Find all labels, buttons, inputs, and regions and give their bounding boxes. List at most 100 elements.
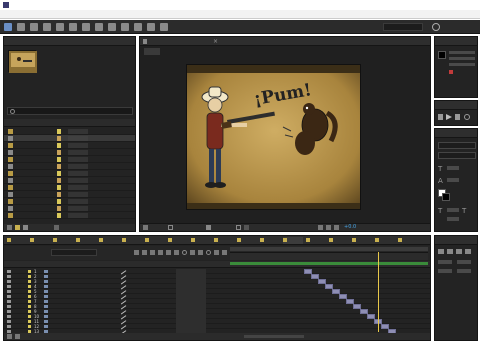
stroke-color-swatch[interactable] — [442, 193, 450, 201]
timeline-search-field[interactable] — [51, 249, 97, 256]
timeline-comp-tab[interactable] — [168, 237, 188, 244]
tracking-value[interactable] — [447, 178, 459, 182]
pen-tool-icon[interactable] — [82, 23, 90, 31]
layer-label-swatch[interactable] — [28, 275, 31, 278]
lock-icon[interactable] — [143, 39, 147, 44]
eye-icon[interactable] — [7, 315, 11, 318]
eye-icon[interactable] — [7, 285, 11, 288]
camera-tool-icon[interactable] — [43, 23, 51, 31]
trash-icon[interactable] — [54, 225, 59, 230]
selection-tool-icon[interactable] — [4, 23, 12, 31]
timeline-comp-tab[interactable] — [352, 237, 372, 244]
timeline-comp-tab[interactable] — [375, 237, 395, 244]
justify-icon[interactable] — [465, 249, 471, 254]
label-color-swatch[interactable] — [57, 129, 61, 134]
modes-icon[interactable] — [15, 334, 20, 339]
comp-flowchart-icon[interactable] — [134, 250, 139, 255]
new-composition-icon[interactable] — [23, 225, 28, 230]
timeline-comp-tab[interactable] — [214, 237, 234, 244]
project-item-row[interactable] — [4, 184, 135, 191]
timeline-comp-tab[interactable] — [237, 237, 257, 244]
timeline-comp-tab[interactable] — [191, 237, 211, 244]
first-frame-icon[interactable] — [438, 114, 443, 120]
tab-character[interactable] — [437, 130, 457, 137]
layer-label-swatch[interactable] — [28, 270, 31, 273]
time-ruler[interactable] — [230, 252, 428, 260]
stopwatch-icon[interactable] — [182, 250, 187, 255]
layer-label-swatch[interactable] — [28, 280, 31, 283]
project-item-row[interactable] — [4, 163, 135, 170]
frame-blending-icon[interactable] — [158, 250, 163, 255]
workspace-label[interactable] — [343, 23, 373, 31]
search-help-field[interactable] — [383, 23, 423, 31]
tab-preview[interactable] — [437, 102, 477, 109]
menu-item[interactable] — [100, 11, 122, 18]
font-family-select[interactable] — [438, 142, 476, 149]
last-frame-icon[interactable] — [455, 114, 460, 120]
timeline-icon[interactable] — [326, 225, 331, 230]
project-item-row[interactable] — [4, 212, 135, 219]
eye-icon[interactable] — [7, 325, 11, 328]
label-color-swatch[interactable] — [57, 185, 61, 190]
eraser-tool-icon[interactable] — [134, 23, 142, 31]
timeline-comp-tab[interactable] — [7, 237, 27, 244]
align-left-icon[interactable] — [438, 249, 444, 254]
fast-previews-icon[interactable] — [318, 225, 323, 230]
timeline-comp-tab[interactable] — [145, 237, 165, 244]
label-color-swatch[interactable] — [57, 213, 61, 218]
label-color-swatch[interactable] — [57, 143, 61, 148]
tab-layer[interactable] — [228, 38, 268, 45]
project-item-row[interactable] — [4, 142, 135, 149]
tab-paragraph[interactable] — [458, 130, 478, 137]
menu-item[interactable] — [40, 11, 64, 18]
project-search-field[interactable] — [7, 107, 133, 115]
search-icon[interactable] — [432, 23, 440, 31]
puppet-tool-icon[interactable] — [160, 23, 168, 31]
eye-icon[interactable] — [7, 280, 11, 283]
region-of-interest-icon[interactable] — [236, 225, 241, 230]
timeline-comp-tab[interactable] — [306, 237, 326, 244]
loop-icon[interactable] — [464, 114, 470, 120]
baseline-shift-value[interactable] — [447, 217, 459, 221]
eye-icon[interactable] — [7, 295, 11, 298]
play-icon[interactable] — [446, 114, 452, 120]
tab-effect-controls[interactable] — [50, 38, 110, 45]
tab-project[interactable] — [7, 38, 47, 45]
clone-tool-icon[interactable] — [121, 23, 129, 31]
project-item-row[interactable] — [4, 191, 135, 198]
label-color-swatch[interactable] — [57, 192, 61, 197]
label-color-swatch[interactable] — [57, 136, 61, 141]
vertical-scale-value[interactable] — [447, 208, 459, 212]
timeline-comp-tab[interactable] — [398, 237, 418, 244]
menu-icon[interactable] — [222, 250, 227, 255]
current-time-indicator[interactable] — [378, 252, 379, 332]
font-size-value[interactable] — [447, 166, 459, 170]
menu-item[interactable] — [154, 11, 168, 18]
menu-item[interactable] — [66, 11, 80, 18]
settings-icon[interactable] — [206, 250, 211, 255]
project-item-row[interactable] — [4, 170, 135, 177]
menu-item[interactable] — [82, 11, 98, 18]
eye-icon[interactable] — [7, 310, 11, 313]
fit-icon[interactable] — [214, 250, 219, 255]
new-folder-icon[interactable] — [15, 225, 20, 230]
always-preview-icon[interactable] — [143, 225, 148, 230]
timeline-comp-tab[interactable] — [329, 237, 349, 244]
chart-icon[interactable] — [198, 250, 203, 255]
project-item-row[interactable] — [4, 128, 135, 135]
project-item-row[interactable] — [4, 149, 135, 156]
menu-item[interactable] — [22, 11, 38, 18]
grid-icon[interactable] — [168, 225, 173, 230]
layer-label-swatch[interactable] — [28, 290, 31, 293]
layer-label-swatch[interactable] — [28, 300, 31, 303]
transparency-grid-icon[interactable] — [244, 225, 249, 230]
shy-layers-icon[interactable] — [150, 250, 155, 255]
menu-item[interactable] — [124, 11, 134, 18]
eye-icon[interactable] — [7, 320, 11, 323]
project-item-row[interactable] — [4, 177, 135, 184]
timeline-comp-tab[interactable] — [283, 237, 303, 244]
label-color-swatch[interactable] — [57, 206, 61, 211]
space-after-value[interactable] — [457, 269, 471, 273]
label-color-swatch[interactable] — [57, 164, 61, 169]
layer-label-swatch[interactable] — [28, 285, 31, 288]
